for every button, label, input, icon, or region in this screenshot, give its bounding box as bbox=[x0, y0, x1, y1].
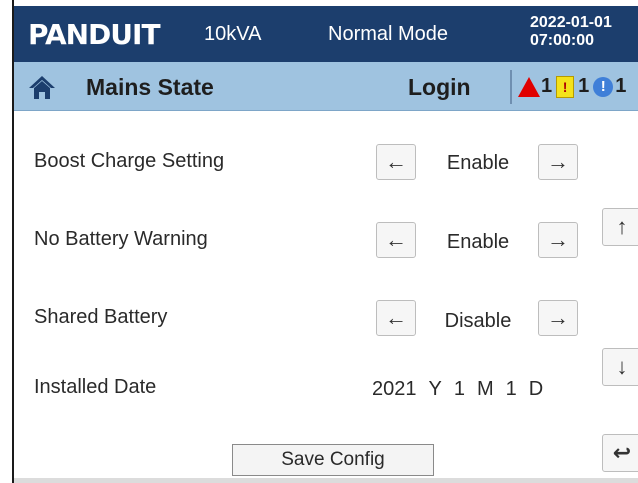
up-arrow-icon: ↑ bbox=[616, 214, 628, 239]
alarm-count: 1 bbox=[541, 75, 553, 97]
shared-battery-prev-button[interactable]: ← bbox=[376, 300, 416, 336]
no-battery-warning-value: Enable bbox=[446, 231, 510, 253]
top-header: PANDUIT 10kVA Normal Mode 2022-01-01 07:… bbox=[14, 6, 638, 62]
boost-charge-prev-button[interactable]: ← bbox=[376, 144, 416, 180]
left-arrow-icon: ← bbox=[385, 305, 407, 330]
divider bbox=[510, 70, 512, 104]
installed-year: 2021 bbox=[372, 378, 417, 400]
home-icon[interactable] bbox=[28, 74, 56, 100]
installed-date-value[interactable]: 2021 Y 1 M 1 D bbox=[372, 378, 543, 401]
login-button[interactable]: Login bbox=[408, 74, 471, 101]
mode-label: Normal Mode bbox=[328, 23, 449, 45]
warning-icon: ! bbox=[556, 75, 575, 98]
scroll-down-button[interactable]: ↓ bbox=[602, 348, 638, 386]
no-battery-warning-prev-button[interactable]: ← bbox=[376, 222, 416, 258]
boost-charge-label: Boost Charge Setting bbox=[34, 150, 225, 172]
warning-count: 1 bbox=[578, 75, 590, 97]
shared-battery-label: Shared Battery bbox=[34, 306, 168, 328]
installed-month: 1 bbox=[453, 378, 465, 400]
right-arrow-icon: → bbox=[547, 149, 569, 174]
back-button[interactable]: ↩ bbox=[602, 434, 638, 472]
datetime-display: 2022-01-01 07:00:00 bbox=[530, 14, 612, 50]
right-arrow-icon: → bbox=[547, 227, 569, 252]
shared-battery-value: Disable bbox=[444, 310, 512, 332]
no-battery-warning-next-button[interactable]: → bbox=[538, 222, 578, 258]
no-battery-warning-label: No Battery Warning bbox=[34, 228, 208, 250]
installed-year-unit: Y bbox=[428, 378, 442, 400]
installed-month-unit: M bbox=[476, 378, 494, 400]
alarm-summary[interactable]: 1 ! 1 ! 1 bbox=[518, 75, 630, 98]
sub-header: Mains State Login 1 ! 1 ! 1 bbox=[14, 62, 638, 111]
shared-battery-next-button[interactable]: → bbox=[538, 300, 578, 336]
left-arrow-icon: ← bbox=[385, 227, 407, 252]
installed-day-unit: D bbox=[528, 378, 544, 400]
screen: PANDUIT 10kVA Normal Mode 2022-01-01 07:… bbox=[14, 0, 638, 483]
scroll-up-button[interactable]: ↑ bbox=[602, 208, 638, 246]
brand-logo: PANDUIT bbox=[28, 16, 161, 52]
date-label: 2022-01-01 bbox=[530, 14, 612, 31]
down-arrow-icon: ↓ bbox=[616, 354, 628, 379]
installed-date-label: Installed Date bbox=[34, 376, 157, 398]
boost-charge-value: Enable bbox=[446, 152, 510, 174]
info-count: 1 bbox=[615, 75, 627, 97]
boost-charge-next-button[interactable]: → bbox=[538, 144, 578, 180]
right-arrow-icon: → bbox=[547, 305, 569, 330]
alarm-triangle-icon bbox=[518, 76, 540, 97]
save-config-button[interactable]: Save Config bbox=[232, 444, 434, 476]
capacity-label: 10kVA bbox=[204, 23, 262, 45]
bottom-edge bbox=[14, 478, 638, 483]
time-label: 07:00:00 bbox=[530, 32, 595, 49]
info-icon: ! bbox=[593, 76, 614, 97]
installed-day: 1 bbox=[505, 378, 517, 400]
left-arrow-icon: ← bbox=[385, 149, 407, 174]
brand-logo-text: PANDUIT bbox=[28, 17, 161, 51]
back-icon: ↩ bbox=[612, 440, 632, 465]
page-title: Mains State bbox=[86, 74, 214, 100]
